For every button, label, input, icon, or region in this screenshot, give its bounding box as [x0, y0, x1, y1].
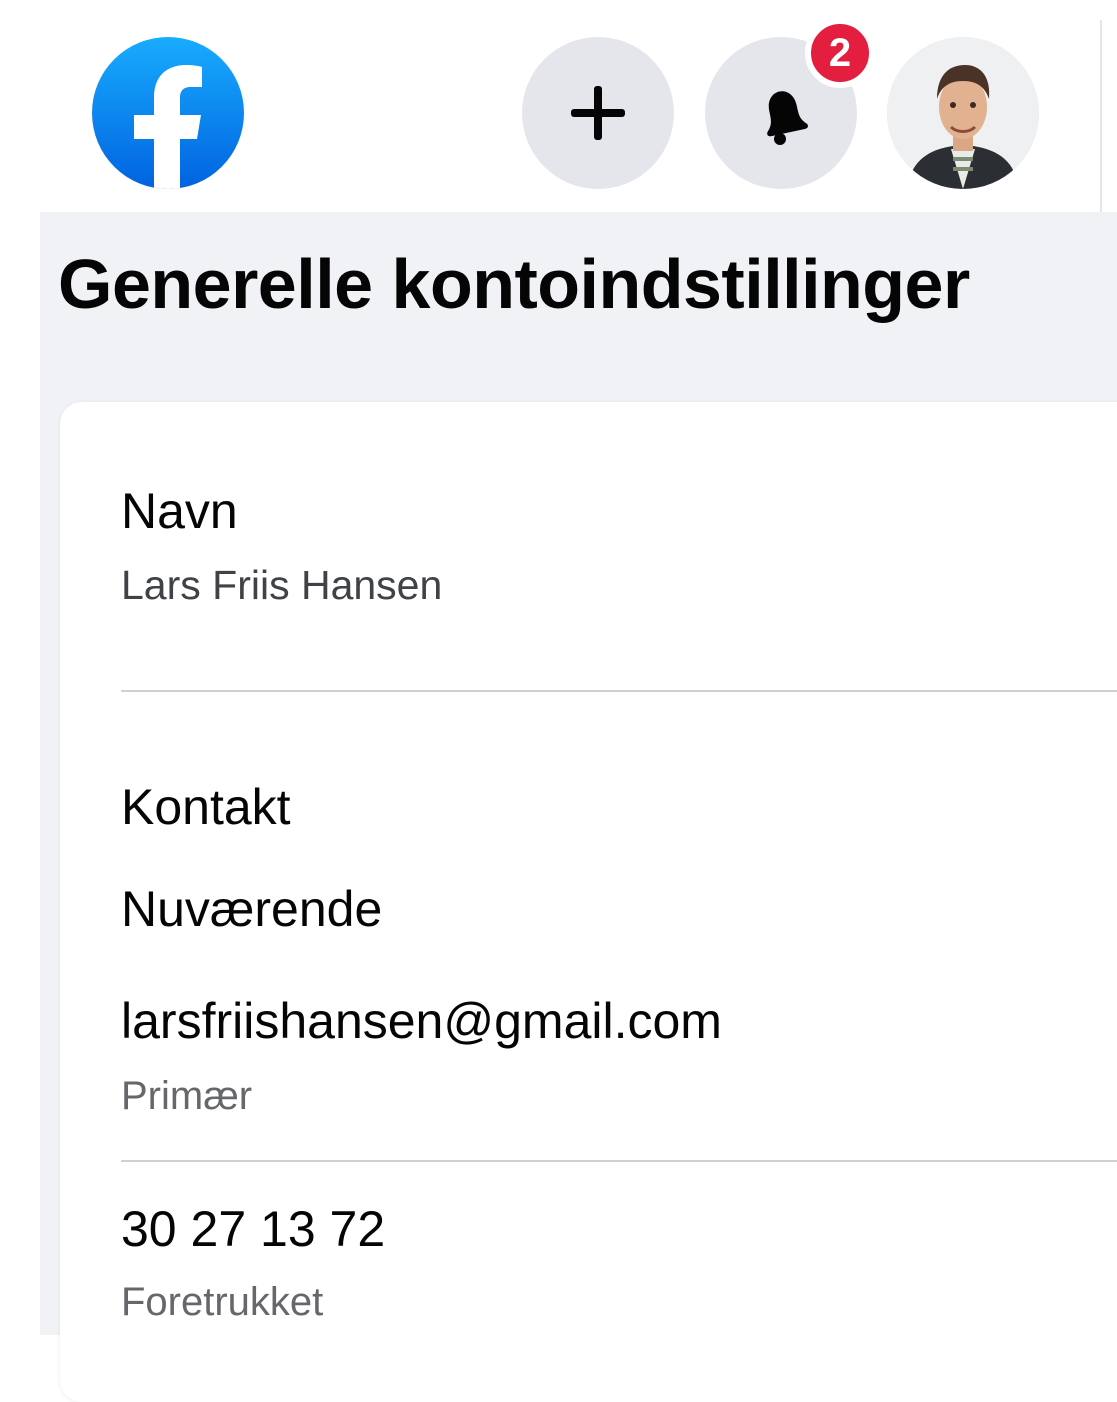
- email-value: larsfriishansen@gmail.com: [121, 993, 722, 1049]
- plus-icon: [571, 86, 625, 140]
- phone-value: 30 27 13 72: [121, 1201, 386, 1257]
- facebook-logo-icon[interactable]: [92, 37, 244, 189]
- topbar-divider: [1100, 20, 1102, 212]
- notification-count-badge: 2: [805, 18, 875, 88]
- email-primary-tag: Primær: [121, 1074, 253, 1118]
- contact-current-heading: Nuværende: [121, 881, 383, 937]
- bell-icon: [767, 91, 808, 145]
- profile-avatar[interactable]: [887, 37, 1039, 189]
- avatar-photo: [887, 37, 1039, 189]
- phone-preferred-tag: Foretrukket: [121, 1280, 324, 1324]
- divider: [121, 690, 1117, 692]
- contact-label: Kontakt: [121, 779, 291, 835]
- name-label: Navn: [121, 483, 238, 539]
- notification-count: 2: [828, 30, 852, 75]
- create-button[interactable]: [522, 37, 674, 189]
- divider: [121, 1160, 1117, 1162]
- page-title: Generelle kontoindstillinger: [58, 245, 970, 323]
- name-value: Lars Friis Hansen: [121, 562, 443, 608]
